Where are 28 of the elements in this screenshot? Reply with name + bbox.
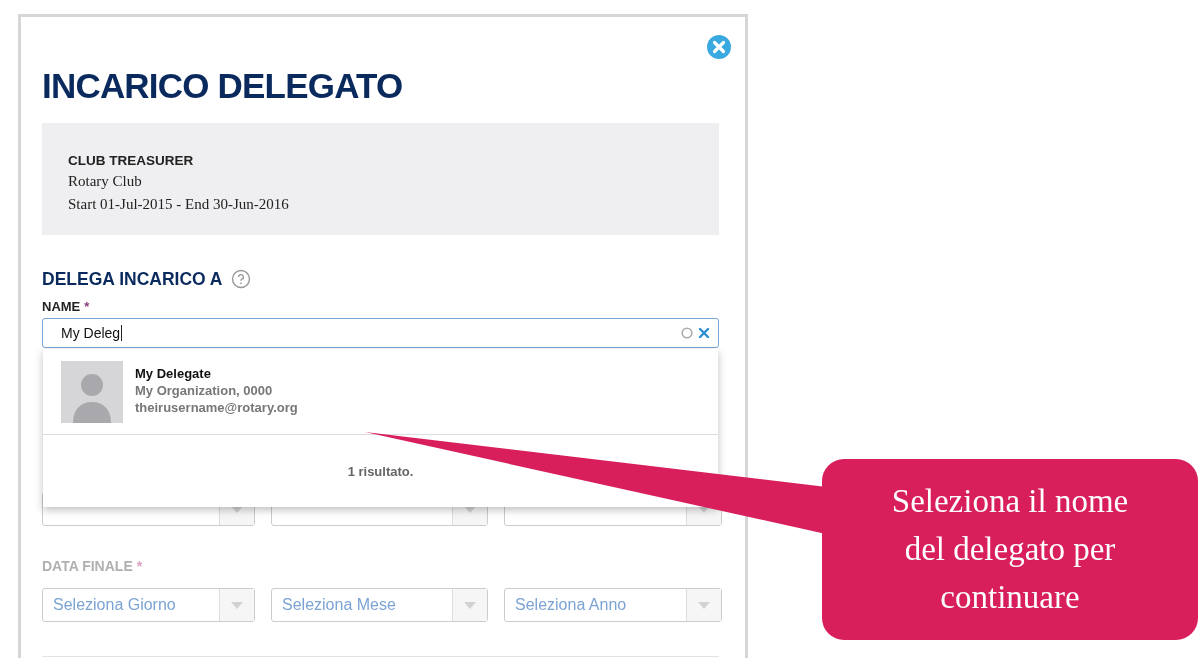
club-name: Rotary Club	[68, 172, 143, 191]
caret-icon	[464, 505, 476, 513]
term-dates: Start 01-Jul-2015 - End 30-Jun-2016	[68, 195, 290, 214]
caret-icon	[231, 601, 243, 609]
caret-icon	[231, 505, 243, 513]
select-field[interactable]: Seleziona Giorno	[42, 588, 255, 622]
field-label: NAME	[42, 299, 81, 314]
dialog-title: INCARICO DELEGATO	[42, 65, 404, 107]
clear-icon[interactable]	[698, 327, 710, 339]
select-field[interactable]: Seleziona Anno	[504, 588, 722, 622]
avatar-icon	[61, 361, 123, 423]
person-name: My Delegate	[135, 365, 212, 382]
required-mark: *	[84, 299, 90, 314]
organization: My Organization, 0000	[135, 382, 274, 399]
callout: Seleziona il nome del delegato per continuare	[822, 459, 1198, 640]
caret-icon	[698, 601, 710, 609]
required-mark: *	[136, 558, 143, 574]
name-field[interactable]: My Deleg	[42, 318, 719, 348]
close-icon[interactable]	[707, 35, 731, 59]
email: theirusername@rotary.org	[135, 399, 298, 416]
select-field[interactable]: Seleziona Mese	[271, 588, 488, 622]
select-field[interactable]	[42, 492, 255, 526]
role-title: CLUB TREASURER	[68, 152, 195, 170]
result-count: 1 risultato.	[346, 464, 415, 479]
help-icon	[230, 269, 251, 289]
section-title: DELEGA INCARICO A	[42, 268, 223, 290]
field-label: DATA FINALE	[42, 558, 133, 574]
caret-icon	[464, 601, 476, 609]
